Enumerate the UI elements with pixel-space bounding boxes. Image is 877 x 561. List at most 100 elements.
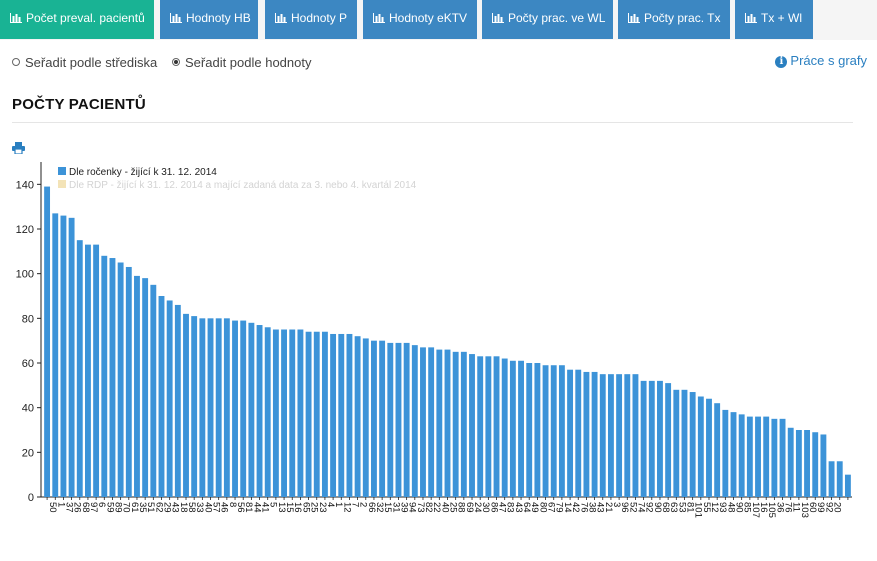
bar [191, 316, 198, 497]
bar [125, 266, 132, 497]
y-tick-label: 40 [22, 403, 34, 415]
page-title: POČTY PACIENTŮ [12, 96, 146, 113]
bar [52, 213, 59, 497]
bar [787, 427, 794, 497]
bar [526, 363, 533, 497]
bar [371, 340, 377, 497]
bar [387, 342, 394, 497]
bar [101, 255, 108, 497]
bar [223, 318, 230, 497]
bar [420, 347, 426, 497]
bar [460, 351, 467, 497]
bar [567, 369, 574, 497]
sort-by-center-radio[interactable]: Seřadit podle střediska [12, 55, 157, 70]
tab-pocty-prac-wl[interactable]: Počty prac. ve WL [482, 0, 613, 39]
y-tick-label: 0 [28, 492, 34, 504]
bar [305, 331, 312, 497]
y-tick-label: 60 [22, 358, 34, 370]
bar [321, 331, 328, 497]
bar [60, 215, 67, 497]
bar [575, 369, 582, 497]
divider [12, 122, 853, 123]
sort-by-value-label: Seřadit podle hodnoty [185, 55, 312, 70]
bar [501, 358, 508, 497]
bar [477, 356, 484, 497]
bar [240, 320, 247, 497]
bar [117, 262, 124, 497]
tab-label: Hodnoty eKTV [389, 11, 468, 25]
bar [452, 351, 459, 497]
bar [812, 432, 819, 497]
bar [828, 461, 835, 497]
tab-label: Tx + Wl [761, 11, 802, 25]
tab-bar: Počet preval. pacientů Hodnoty HB Hodnot… [0, 0, 877, 40]
sort-by-center-label: Seřadit podle střediska [25, 55, 158, 70]
y-tick-label: 20 [22, 447, 34, 459]
bar [509, 360, 516, 497]
x-tick-label: 20 [832, 502, 843, 513]
bar [706, 398, 712, 497]
sort-by-value-radio[interactable]: Seřadit podle hodnoty [172, 55, 311, 70]
bar [681, 389, 688, 497]
bar [85, 244, 91, 497]
bar [689, 392, 696, 497]
bar [469, 354, 475, 497]
bar [68, 217, 75, 497]
bar [109, 258, 116, 497]
bar-chart: 0204060801001201405013726689765989706135… [16, 162, 852, 518]
bar-chart-icon [373, 1, 385, 37]
bar [362, 338, 369, 497]
bar [232, 320, 238, 497]
y-tick-label: 100 [16, 269, 34, 281]
tab-label: Hodnoty P [291, 11, 348, 25]
bar [346, 333, 353, 497]
bar [648, 380, 655, 497]
bar-chart-icon [10, 1, 22, 37]
bar [746, 416, 753, 497]
legend-swatch [58, 167, 66, 175]
bar [738, 414, 745, 497]
bar [771, 418, 778, 497]
bar [289, 329, 296, 497]
help-link[interactable]: i Práce s grafy [775, 53, 867, 68]
bar [624, 374, 631, 497]
bar [844, 474, 851, 497]
bar-chart-icon [628, 1, 640, 37]
tab-label: Hodnoty HB [186, 11, 251, 25]
tab-label: Počty prac. ve WL [508, 11, 606, 25]
tab-hodnoty-ektv[interactable]: Hodnoty eKTV [363, 0, 477, 39]
bar [330, 333, 337, 497]
bar-chart-icon [275, 1, 287, 37]
bar [836, 461, 843, 497]
bar [174, 304, 181, 497]
bar [485, 356, 492, 497]
bar [313, 331, 320, 497]
legend-label: Dle ročenky - žijící k 31. 12. 2014 [69, 167, 217, 178]
bar [248, 322, 255, 497]
radio-circle-icon [12, 58, 20, 66]
bar [215, 318, 222, 497]
tab-pocty-prac-tx[interactable]: Počty prac. Tx [618, 0, 730, 39]
tab-pocet-pacientu[interactable]: Počet preval. pacientů [0, 0, 154, 39]
tab-hodnoty-p[interactable]: Hodnoty P [265, 0, 357, 39]
bar [673, 389, 680, 497]
bar [534, 363, 541, 497]
bar [354, 336, 361, 497]
bar [730, 412, 737, 497]
bar [411, 345, 418, 497]
tab-hodnoty-hb[interactable]: Hodnoty HB [160, 0, 258, 39]
bar [142, 278, 149, 497]
bar [199, 318, 206, 497]
bar [640, 380, 647, 497]
tab-tx-wl[interactable]: Tx + Wl [735, 0, 813, 39]
tab-label: Počet preval. pacientů [26, 11, 145, 25]
bar [591, 371, 598, 497]
bar-chart-icon [170, 1, 182, 37]
bar [550, 365, 557, 497]
bar [607, 374, 614, 497]
bar [134, 275, 140, 497]
bar [599, 374, 606, 497]
radio-selected-icon [172, 58, 180, 66]
bar [395, 342, 402, 497]
bar [542, 365, 549, 497]
